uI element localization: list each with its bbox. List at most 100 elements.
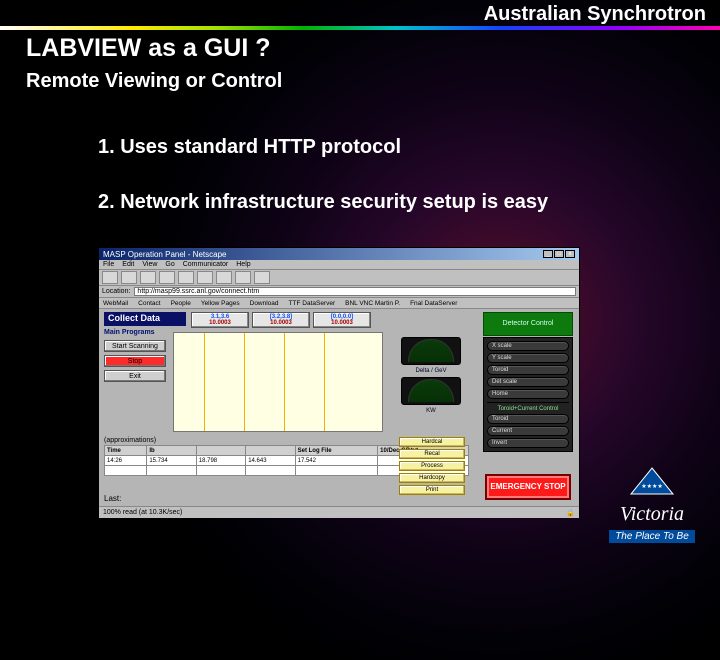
svg-text:★★★★: ★★★★	[641, 483, 663, 490]
detscale-button[interactable]: Det scale	[487, 377, 569, 387]
minimize-button[interactable]: _	[543, 250, 553, 258]
yscale-button[interactable]: Y scale	[487, 353, 569, 363]
detector-control-button[interactable]: Detector Control	[483, 312, 573, 336]
bookmark-link[interactable]: Fnal DataServer	[410, 300, 457, 307]
gauge-label: Delta / GeV	[415, 368, 446, 374]
gauge-label: KW	[426, 408, 436, 414]
gauge-column: Delta / GeV KW	[391, 337, 471, 414]
group-header: Toroid+Current Control	[487, 406, 569, 412]
bookmark-link[interactable]: TTF DataServer	[289, 300, 336, 307]
print-button-panel[interactable]: Print	[399, 485, 465, 495]
menu-item[interactable]: Help	[236, 261, 250, 268]
slide-title: LABVIEW as a GUI ?	[26, 34, 270, 63]
menu-item[interactable]: Edit	[122, 261, 134, 268]
close-button[interactable]: x	[565, 250, 575, 258]
chart-gridline	[284, 333, 285, 431]
bookmark-link[interactable]: BNL VNC Martin P.	[345, 300, 400, 307]
table-cell	[147, 466, 196, 476]
print-button[interactable]	[216, 271, 232, 284]
brand-text: Australian Synchrotron	[484, 3, 706, 26]
hardcal-button[interactable]: Hardcal	[399, 437, 465, 447]
labview-screenshot: MASP Operation Panel - Netscape _ □ x Fi…	[98, 247, 580, 517]
victoria-name: Victoria	[598, 503, 706, 526]
bookmark-link[interactable]: Yellow Pages	[201, 300, 240, 307]
window-controls: _ □ x	[543, 250, 575, 258]
address-bar: Location:	[99, 286, 579, 298]
table-cell	[196, 446, 245, 456]
address-label: Location:	[102, 288, 130, 295]
table-cell: 14:26	[105, 456, 147, 466]
status-text: 100% read (at 10.3K/sec)	[103, 509, 182, 516]
menu-item[interactable]: File	[103, 261, 114, 268]
exit-button[interactable]: Exit	[104, 370, 166, 382]
xscale-button[interactable]: X scale	[487, 341, 569, 351]
yellow-buttons: Hardcal Recal Process Hardcopy Print	[399, 437, 465, 495]
readout-value: 10.0003	[209, 320, 231, 326]
emergency-stop-button[interactable]: EMERGENCY STOP	[485, 474, 571, 500]
slide-subtitle: Remote Viewing or Control	[26, 70, 282, 93]
labview-panel: Collect Data Main Programs Start Scannin…	[99, 309, 579, 507]
home-button-panel[interactable]: Home	[487, 389, 569, 399]
table-cell: Ib	[147, 446, 196, 456]
menu-item[interactable]: Communicator	[183, 261, 229, 268]
chart-gridline	[204, 333, 205, 431]
current-ctrl-button[interactable]: Current	[487, 426, 569, 436]
process-button[interactable]: Process	[399, 461, 465, 471]
panel-banner: Collect Data	[104, 312, 186, 326]
readout-cluster: 3.1,3.6 10.0003 [3.2,3.8] 10.0003 [0.0,0…	[191, 312, 371, 328]
table-cell	[105, 466, 147, 476]
start-scanning-button[interactable]: Start Scanning	[104, 340, 166, 352]
table-cell	[246, 446, 295, 456]
chart-area	[173, 332, 383, 432]
address-input[interactable]	[134, 287, 576, 296]
maximize-button[interactable]: □	[554, 250, 564, 258]
reload-button[interactable]	[140, 271, 156, 284]
bookmark-link[interactable]: WebMail	[103, 300, 128, 307]
spectrum-divider	[0, 26, 720, 30]
stop-button[interactable]: Stop	[104, 355, 166, 367]
toroid-button[interactable]: Toroid	[487, 365, 569, 375]
netscape-button[interactable]	[197, 271, 213, 284]
status-bar: 100% read (at 10.3K/sec) 🔒	[99, 507, 579, 518]
table-cell: 15.734	[147, 456, 196, 466]
back-button[interactable]	[102, 271, 118, 284]
bullet-2: 2. Network infrastructure security setup…	[98, 190, 618, 215]
bookmark-link[interactable]: Download	[250, 300, 279, 307]
table-cell	[196, 466, 245, 476]
hardcopy-button[interactable]: Hardcopy	[399, 473, 465, 483]
gauge-delta	[401, 337, 461, 365]
victoria-tagline: The Place To Be	[609, 530, 695, 543]
last-label: Last:	[104, 494, 121, 503]
bullet-1: 1. Uses standard HTTP protocol	[98, 136, 401, 159]
table-cell: Time	[105, 446, 147, 456]
bookmark-link[interactable]: Contact	[138, 300, 160, 307]
recal-button[interactable]: Recal	[399, 449, 465, 459]
menu-bar[interactable]: File Edit View Go Communicator Help	[99, 260, 579, 270]
stop-button[interactable]	[254, 271, 270, 284]
forward-button[interactable]	[121, 271, 137, 284]
readout-value: 10.0003	[270, 320, 292, 326]
toroid-ctrl-button[interactable]: Toroid	[487, 414, 569, 424]
table-cell	[295, 466, 378, 476]
gauge-kw	[401, 377, 461, 405]
status-icon: 🔒	[566, 509, 575, 517]
menu-item[interactable]: View	[142, 261, 157, 268]
security-button[interactable]	[235, 271, 251, 284]
left-label: Main Programs	[104, 329, 166, 336]
victoria-triangle-icon: ★★★★	[629, 466, 675, 496]
right-panel: X scale Y scale Toroid Det scale Home To…	[483, 337, 573, 452]
table-cell: 18.798	[196, 456, 245, 466]
bookmark-link[interactable]: People	[171, 300, 191, 307]
readout-value: 10.0003	[331, 320, 353, 326]
readout: [0.0,0.0] 10.0003	[313, 312, 371, 328]
readout: [3.2,3.8] 10.0003	[252, 312, 310, 328]
table-cell: 14.643	[246, 456, 295, 466]
home-button[interactable]	[159, 271, 175, 284]
table-cell: Set Log File	[295, 446, 378, 456]
victoria-logo: ★★★★ Victoria The Place To Be	[598, 466, 706, 530]
invert-ctrl-button[interactable]: Invert	[487, 438, 569, 448]
chart-gridline	[324, 333, 325, 431]
search-button[interactable]	[178, 271, 194, 284]
table-cell: 17.542	[295, 456, 378, 466]
menu-item[interactable]: Go	[165, 261, 174, 268]
